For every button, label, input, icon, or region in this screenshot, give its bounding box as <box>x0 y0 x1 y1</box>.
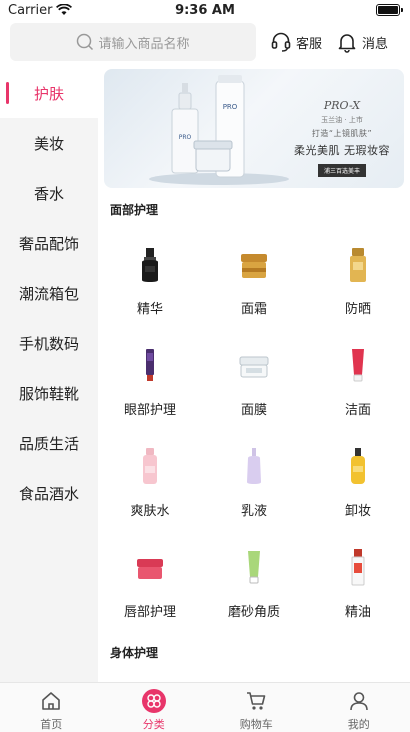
product-category-scrub[interactable]: 磨砂角质 <box>202 527 306 628</box>
serum-bottle-icon <box>142 248 158 282</box>
product-category-makeup-remover[interactable]: 卸妆 <box>306 426 410 527</box>
sidebar-item-phones-digital[interactable]: 手机数码 <box>0 318 98 368</box>
product-label: 面膜 <box>240 403 267 418</box>
search-input[interactable]: 请输入商品名称 <box>10 23 256 61</box>
tab-cart[interactable]: 购物车 <box>205 683 308 732</box>
face-mask-jar-icon <box>239 356 269 378</box>
carrier-group: Carrier <box>8 2 73 18</box>
banner-text: PRO-X 玉兰油 · 上市 打造“上镜肌肤” 柔光美肌 无瑕妆容 浦三百选美丰 <box>294 99 390 177</box>
cream-jar-icon <box>241 254 267 278</box>
tab-category[interactable]: 分类 <box>103 683 206 732</box>
status-bar: Carrier 9:36 AM <box>0 0 410 20</box>
user-icon <box>349 692 368 711</box>
banner-headline: 打造“上镜肌肤” <box>311 129 373 138</box>
section-title-face-care: 面部护理 <box>110 203 159 217</box>
product-category-face-mask[interactable]: 面膜 <box>202 325 306 426</box>
product-category-lip-care[interactable]: 唇部护理 <box>98 527 202 628</box>
search-icon <box>77 33 94 51</box>
sidebar-item-apparel-shoes[interactable]: 服饰鞋靴 <box>0 368 98 418</box>
cleansing-oil-icon <box>351 448 365 484</box>
product-label: 唇部护理 <box>123 605 176 620</box>
sidebar-item-makeup[interactable]: 美妆 <box>0 118 98 168</box>
product-label: 磨砂角质 <box>227 605 280 620</box>
product-label: 洁面 <box>344 403 371 418</box>
tab-profile[interactable]: 我的 <box>308 683 410 732</box>
toner-bottle-icon <box>143 448 157 484</box>
product-label: 精油 <box>344 605 371 620</box>
sidebar-item-quality-living[interactable]: 品质生活 <box>0 418 98 468</box>
product-label: 精华 <box>136 302 163 317</box>
home-icon <box>42 692 61 710</box>
carrier-label: Carrier <box>8 2 53 18</box>
svg-text:PRO: PRO <box>179 134 192 141</box>
banner-tagline: 柔光美肌 无瑕妆容 <box>294 144 390 157</box>
category-content: PRO PRO PRO-X 玉兰油 · 上市 打造“上镜肌肤” 柔光美肌 无瑕妆… <box>98 68 410 682</box>
product-category-lotion[interactable]: 乳液 <box>202 426 306 527</box>
banner-button: 浦三百选美丰 <box>317 164 366 177</box>
scrub-tube-icon <box>248 551 260 584</box>
sidebar-item-perfume[interactable]: 香水 <box>0 168 98 218</box>
tab-category-label: 分类 <box>142 718 165 731</box>
customer-service-label: 客服 <box>296 36 323 52</box>
tab-home-label: 首页 <box>40 718 63 731</box>
battery-icon <box>376 4 403 16</box>
product-category-serum[interactable]: 精华 <box>98 224 202 325</box>
tab-cart-label: 购物车 <box>239 718 273 731</box>
product-category-essential-oil[interactable]: 精油 <box>306 527 410 628</box>
messages-button[interactable]: 消息 <box>336 31 388 53</box>
svg-text:PRO: PRO <box>223 103 238 111</box>
product-label: 面霜 <box>240 302 267 317</box>
tab-profile-label: 我的 <box>347 718 370 731</box>
cleanser-tube-icon <box>352 349 364 382</box>
sunscreen-icon <box>350 248 366 282</box>
product-category-toner[interactable]: 爽肤水 <box>98 426 202 527</box>
sidebar-item-luxury-accessories[interactable]: 奢品配饰 <box>0 218 98 268</box>
lotion-bottle-icon <box>247 448 261 484</box>
tab-home[interactable]: 首页 <box>0 683 103 732</box>
search-header: 请输入商品名称 客服 消息 <box>0 20 410 64</box>
product-label: 防晒 <box>344 302 371 317</box>
banner-products-image: PRO PRO <box>149 75 289 185</box>
banner-brand: PRO-X <box>323 99 361 112</box>
sidebar-item-skincare[interactable]: 护肤 <box>0 68 98 118</box>
customer-service-button[interactable]: 客服 <box>270 31 322 53</box>
banner-sub: 玉兰油 · 上市 <box>321 116 363 124</box>
product-category-face-cream[interactable]: 面霜 <box>202 224 306 325</box>
essence-oil-bottle-icon <box>351 549 365 586</box>
product-label: 爽肤水 <box>130 504 170 519</box>
promo-banner[interactable]: PRO PRO PRO-X 玉兰油 · 上市 打造“上镜肌肤” 柔光美肌 无瑕妆… <box>104 69 404 188</box>
product-label: 卸妆 <box>344 504 371 519</box>
eye-cream-tube-icon <box>146 349 154 381</box>
messages-label: 消息 <box>362 36 389 52</box>
wifi-icon <box>56 4 73 15</box>
product-label: 眼部护理 <box>123 403 176 418</box>
search-placeholder: 请输入商品名称 <box>98 36 190 52</box>
product-label: 乳液 <box>240 504 267 519</box>
category-flower-icon <box>141 689 166 713</box>
section-title-body-care: 身体护理 <box>110 646 159 660</box>
bottom-tab-bar: 首页 分类 购物车 我的 <box>0 682 410 732</box>
category-sidebar: 护肤 美妆 香水 奢品配饰 潮流箱包 手机数码 服饰鞋靴 品质生活 食品酒水 <box>0 68 98 682</box>
bell-icon <box>338 34 356 53</box>
cart-icon <box>247 692 266 710</box>
product-category-cleanser[interactable]: 洁面 <box>306 325 410 426</box>
sidebar-item-food-wine[interactable]: 食品酒水 <box>0 468 98 518</box>
headset-icon <box>271 32 291 52</box>
sidebar-item-fashion-bags[interactable]: 潮流箱包 <box>0 268 98 318</box>
product-category-sunscreen[interactable]: 防晒 <box>306 224 410 325</box>
lip-mask-jar-icon <box>137 559 163 579</box>
product-category-eye-care[interactable]: 眼部护理 <box>98 325 202 426</box>
